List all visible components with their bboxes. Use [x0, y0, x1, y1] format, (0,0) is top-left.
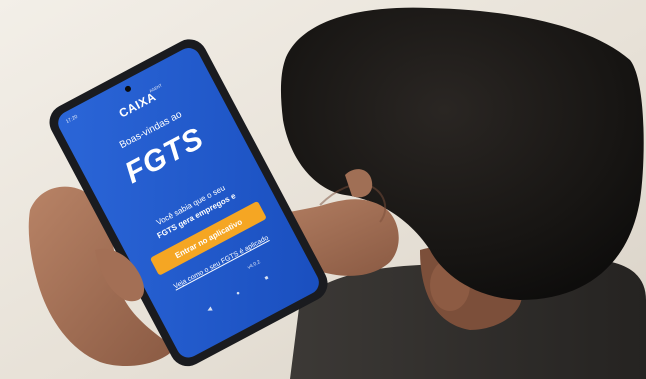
back-icon[interactable]: ◀	[206, 305, 213, 313]
photo-frame: 17:20 CAIXA AGENT Boas-vindas ao FGTS Vo…	[0, 0, 646, 379]
home-icon[interactable]: ●	[235, 290, 241, 297]
recent-apps-icon[interactable]: ■	[264, 275, 270, 282]
status-bar-time: 17:20	[64, 113, 79, 126]
app-version: v4.0.2	[246, 259, 262, 271]
